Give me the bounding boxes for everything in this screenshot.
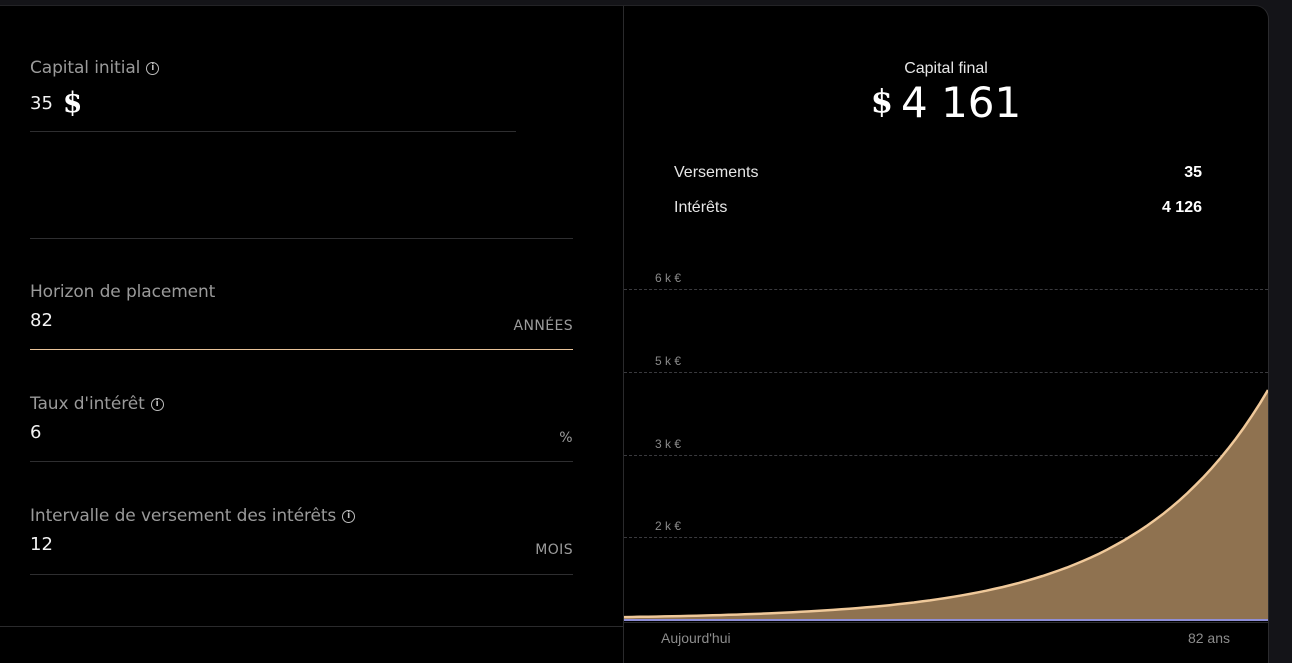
horizon-underline: [30, 349, 573, 350]
info-icon[interactable]: i: [150, 397, 164, 411]
capital-underline: [30, 131, 516, 132]
interval-field: Intervalle de versement des intérêts i 1…: [30, 506, 573, 575]
x-axis: [624, 622, 1268, 623]
horizon-label: Horizon de placement: [30, 282, 216, 302]
interval-label: Intervalle de versement des intérêts: [30, 506, 337, 526]
rate-underline: [30, 461, 573, 462]
area-chart-svg: [624, 389, 1268, 621]
x-start-label: Aujourd'hui: [661, 630, 731, 646]
interval-underline: [30, 574, 573, 575]
info-icon[interactable]: i: [342, 509, 356, 523]
interval-input[interactable]: 12: [30, 534, 573, 555]
rate-unit: %: [559, 430, 573, 446]
horizon-input[interactable]: 82: [30, 310, 573, 331]
dollar-icon: $: [62, 86, 83, 119]
divider: [30, 238, 573, 239]
x-end-label: 82 ans: [1187, 630, 1230, 646]
interest-area: [624, 390, 1268, 619]
info-icon[interactable]: i: [146, 61, 160, 75]
calculator-card: Capital initial i 35 $ Horizon de placeme…: [0, 5, 1269, 663]
capital-input[interactable]: 35 $: [30, 86, 573, 119]
horizon-unit: ANNÉES: [513, 318, 573, 334]
interval-unit: MOIS: [535, 542, 573, 558]
rate-input[interactable]: 6: [30, 422, 573, 443]
horizon-field: Horizon de placement 82 ANNÉES: [30, 282, 573, 350]
input-panel: Capital initial i 35 $ Horizon de placeme…: [0, 6, 624, 663]
capital-label: Capital initial: [30, 58, 141, 78]
divider: [0, 626, 623, 627]
capital-field: Capital initial i 35 $: [30, 58, 573, 132]
rate-label: Taux d'intérêt: [30, 394, 145, 414]
result-panel: Capital final $4 161 Versements 35 Intér…: [624, 6, 1268, 663]
rate-field: Taux d'intérêt i 6 %: [30, 394, 573, 462]
